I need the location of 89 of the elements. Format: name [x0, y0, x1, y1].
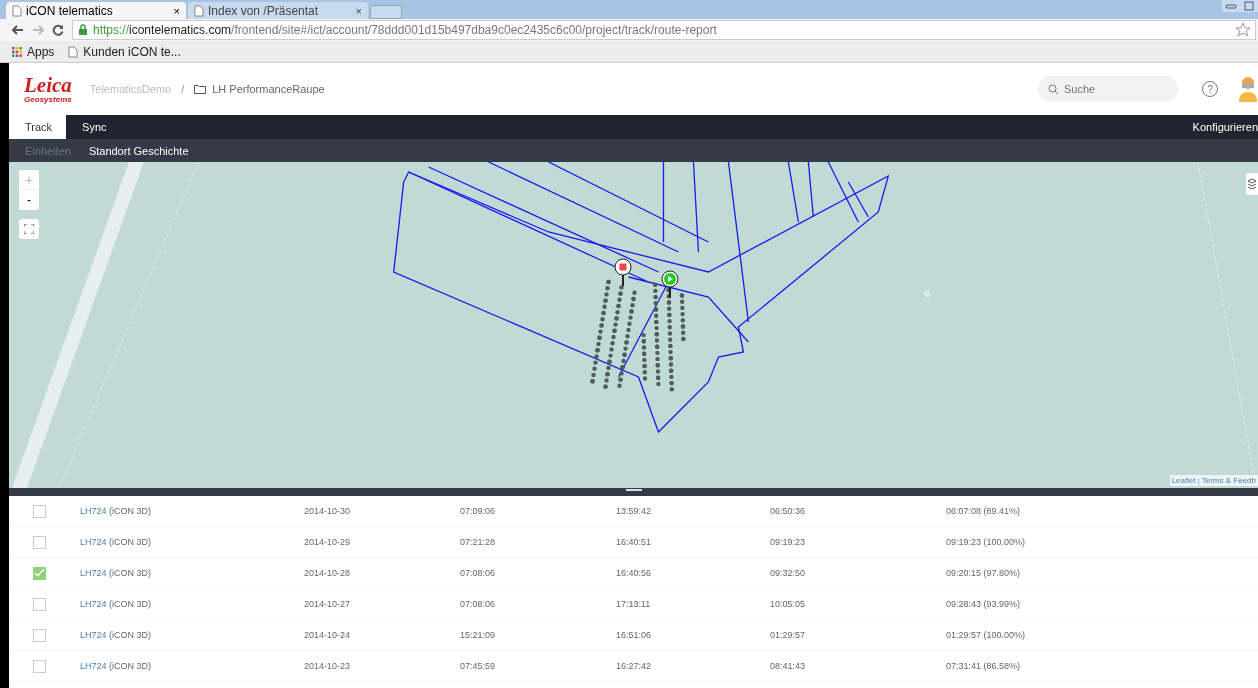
end-time-cell: 13:59:42: [616, 506, 652, 516]
model-text: (iCON 3D): [109, 537, 152, 547]
bookmark-link[interactable]: Kunden iCON te...: [68, 44, 181, 59]
terms-link[interactable]: Terms & Feedb: [1201, 476, 1256, 485]
date-cell: 2014-10-23: [304, 661, 351, 671]
duration-cell: 09:32:50: [770, 568, 806, 578]
model-text: (iCON 3D): [109, 661, 152, 671]
row-checkbox[interactable]: [33, 659, 46, 673]
model-text: (iCON 3D): [109, 568, 152, 578]
nav-tab[interactable]: Track: [9, 115, 67, 139]
row-checkbox[interactable]: [33, 628, 46, 642]
leaflet-link[interactable]: Leaflet: [1171, 476, 1196, 485]
end-time-cell: 16:40:51: [616, 537, 652, 547]
close-tab-button[interactable]: ×: [355, 4, 362, 17]
page-icon: [12, 4, 22, 17]
browser-tab[interactable]: Index von /Präsentat ×: [188, 2, 368, 19]
layers-icon: [1248, 178, 1256, 190]
attribution-separator: |: [1197, 476, 1200, 485]
configure-link[interactable]: Konfigurieren: [1192, 115, 1258, 139]
end-time-cell: 16:27:42: [616, 661, 652, 671]
start-marker-icon: [661, 270, 679, 298]
fullscreen-icon: [24, 224, 34, 234]
resize-handle[interactable]: [9, 488, 1258, 496]
reload-icon[interactable]: [52, 24, 64, 36]
unit-link[interactable]: LH724: [80, 506, 107, 516]
nav-tab[interactable]: Sync: [66, 115, 121, 139]
fullscreen-button[interactable]: [19, 219, 39, 239]
work-time-cell: 09:20:15 (97.80%): [946, 568, 1021, 578]
date-cell: 2014-10-24: [304, 630, 351, 640]
subnav-tab[interactable]: Standort Geschichte: [88, 144, 189, 157]
work-time-cell: 09:28:43 (93.99%): [946, 599, 1021, 609]
duration-cell: 06:50:36: [770, 506, 806, 516]
model-text: (iCON 3D): [109, 506, 152, 516]
start-time-cell: 07:21:28: [460, 537, 496, 547]
work-time-cell: 06:07:08 (89.41%): [946, 506, 1021, 516]
address-bar[interactable]: https://icontelematics.com/frontend/site#/ict/account/78ddd001d15b497dba9c0ec2435c6c00/project/track/route-report: [72, 20, 1256, 40]
end-time-cell: 17:13:11: [616, 599, 651, 609]
row-checkbox[interactable]: [33, 535, 46, 549]
work-time-cell: 01:29:57 (100.00%): [946, 630, 1026, 640]
search-field[interactable]: Suche: [1038, 76, 1178, 102]
new-tab-button[interactable]: [370, 5, 402, 19]
layers-button[interactable]: [1246, 173, 1258, 195]
start-time-cell: 15:21:09: [460, 630, 496, 640]
duration-cell: 01:29:57: [770, 630, 806, 640]
date-cell: 2014-10-29: [304, 537, 351, 547]
stop-marker-icon: [614, 258, 632, 286]
date-cell: 2014-10-27: [304, 599, 351, 609]
row-checkbox[interactable]: [33, 566, 46, 580]
breadcrumb-current: LH PerformanceRaupe: [212, 83, 325, 95]
unit-link[interactable]: LH724: [80, 630, 107, 640]
star-icon[interactable]: [1235, 22, 1251, 38]
bookmark-link[interactable]: Apps: [12, 44, 55, 59]
work-time-cell: 07:31:41 (86.58%): [946, 661, 1021, 671]
tab-title: Index von /Präsentat: [208, 3, 320, 18]
duration-cell: 08:41:43: [770, 661, 806, 671]
unit-link[interactable]: LH724: [80, 599, 107, 609]
start-time-cell: 07:08:06: [460, 599, 496, 609]
unit-link[interactable]: LH724: [80, 537, 107, 547]
date-cell: 2014-10-30: [304, 506, 351, 516]
search-icon: [1048, 84, 1059, 95]
tab-title: iCON telematics: [26, 3, 114, 18]
user-avatar-icon[interactable]: [1238, 74, 1258, 104]
breadcrumb-separator: /: [181, 83, 185, 95]
close-tab-button[interactable]: ×: [173, 4, 180, 17]
page-icon: [194, 4, 204, 17]
logo[interactable]: Leica Geosystems: [24, 74, 72, 104]
unit-link[interactable]: LH724: [80, 661, 107, 671]
browser-tab[interactable]: iCON telematics ×: [6, 2, 186, 19]
apps-grid-icon: [12, 46, 22, 57]
row-checkbox[interactable]: [33, 504, 46, 518]
duration-cell: 10:05:05: [770, 599, 806, 609]
start-time-cell: 07:45:59: [460, 661, 496, 671]
folder-icon: [194, 84, 207, 94]
start-time-cell: 07:09:06: [460, 506, 496, 516]
date-cell: 2014-10-28: [304, 568, 351, 578]
duration-cell: 09:19:23: [770, 537, 806, 547]
url-text: https://icontelematics.com/frontend/site#/ict/account/78ddd001d15b497dba9c0ec2435c6c00/project/track/route-report: [93, 23, 717, 37]
work-time-cell: 09:19:23 (100.00%): [946, 537, 1026, 547]
lock-icon: [78, 24, 88, 36]
forward-icon[interactable]: [32, 25, 44, 35]
back-icon[interactable]: [12, 25, 24, 35]
page-icon: [68, 45, 79, 58]
model-text: (iCON 3D): [109, 630, 152, 640]
row-checkbox[interactable]: [33, 597, 46, 611]
model-text: (iCON 3D): [109, 599, 152, 609]
end-time-cell: 16:51:06: [616, 630, 652, 640]
unit-link[interactable]: LH724: [80, 568, 107, 578]
start-time-cell: 07:08:06: [460, 568, 496, 578]
end-time-cell: 16:40:56: [616, 568, 652, 578]
